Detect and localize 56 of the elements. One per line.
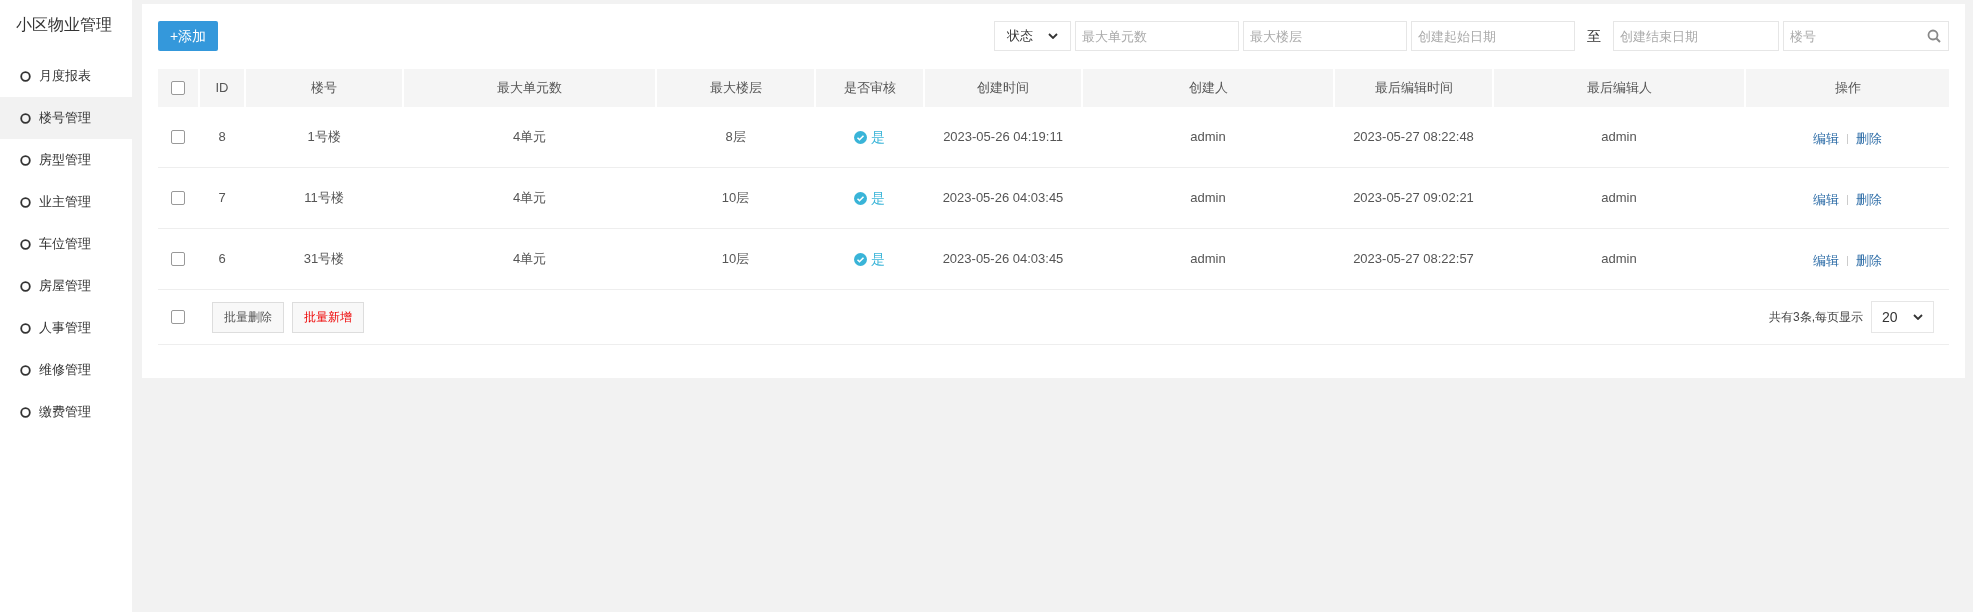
column-header: 是否审核 [816, 69, 923, 107]
range-separator: 至 [1587, 26, 1601, 46]
table-cell-text: 2023-05-27 08:22:57 [1353, 250, 1474, 269]
column-header: 操作 [1746, 69, 1949, 107]
table-cell-text: admin [1190, 189, 1226, 208]
table-cell-text: 11号楼 [304, 189, 344, 208]
table-cell-text: 4单元 [512, 250, 547, 269]
filter-field[interactable]: 创建起始日期 [1411, 21, 1575, 51]
table-cell-text: 31号楼 [303, 250, 345, 269]
table-cell-text: 2023-05-26 04:19:11 [943, 128, 1063, 147]
table-cell-text: 8层 [725, 128, 746, 147]
table-cell-text: admin [1190, 250, 1226, 269]
table-cell-text: admin [1190, 128, 1226, 147]
column-header: 最后编辑人 [1494, 69, 1744, 107]
table-cell-text: 4单元 [512, 189, 547, 208]
table-cell-text: 6 [218, 250, 226, 269]
sidebar-item[interactable]: 楼号管理 [0, 97, 132, 139]
table-cell-text: 1号楼 [307, 128, 341, 147]
batch-delete-button[interactable]: 批量删除 [212, 301, 284, 333]
column-header: 创建人 [1083, 69, 1333, 107]
table-cell-text: admin [1601, 189, 1637, 208]
table-cell-text: 2023-05-26 04:03:45 [942, 189, 1064, 208]
filter-field[interactable]: 创建结束日期 [1613, 21, 1779, 51]
batch-add-button[interactable]: 批量新增 [292, 301, 364, 333]
audit-status: 是 [871, 188, 885, 208]
edit-link[interactable]: 编辑 [1813, 250, 1839, 271]
table-cell-text: 2023-05-27 09:02:21 [1353, 189, 1474, 208]
pagination-total: 共有3条,每页显示 [1769, 309, 1863, 326]
filter-field[interactable]: 最大楼层 [1243, 21, 1407, 51]
app-title: 小区物业管理 [16, 15, 112, 35]
table-cell-text: admin [1601, 128, 1637, 147]
table-cell-text: 8 [218, 128, 226, 147]
audit-status: 是 [871, 249, 885, 269]
column-header: 最后编辑时间 [1335, 69, 1492, 107]
page-size-select[interactable]: 20 [1871, 301, 1934, 333]
column-header: 创建时间 [925, 69, 1081, 107]
delete-link[interactable]: 删除 [1856, 128, 1882, 149]
table-cell-text: 4单元 [512, 128, 547, 147]
column-header: 最大楼层 [657, 69, 814, 107]
delete-link[interactable]: 删除 [1856, 250, 1882, 271]
table-cell-text: 2023-05-26 04:03:45 [942, 250, 1064, 269]
status-select[interactable]: 状态 [994, 21, 1071, 51]
table-cell-text: 10层 [721, 250, 750, 269]
edit-link[interactable]: 编辑 [1813, 189, 1839, 210]
column-header: ID [200, 69, 244, 107]
filter-field[interactable]: 最大单元数 [1075, 21, 1239, 51]
table-cell-text: 10层 [721, 189, 750, 208]
column-header: 楼号 [246, 69, 402, 107]
audit-status: 是 [871, 127, 885, 147]
table-cell-text: 7 [218, 189, 226, 208]
table-cell-text: admin [1601, 250, 1637, 269]
delete-link[interactable]: 删除 [1856, 189, 1882, 210]
edit-link[interactable]: 编辑 [1813, 128, 1839, 149]
column-header: 最大单元数 [404, 69, 655, 107]
table-cell-text: 2023-05-27 08:22:48 [1353, 128, 1474, 147]
search-field[interactable]: 楼号 [1783, 21, 1949, 51]
